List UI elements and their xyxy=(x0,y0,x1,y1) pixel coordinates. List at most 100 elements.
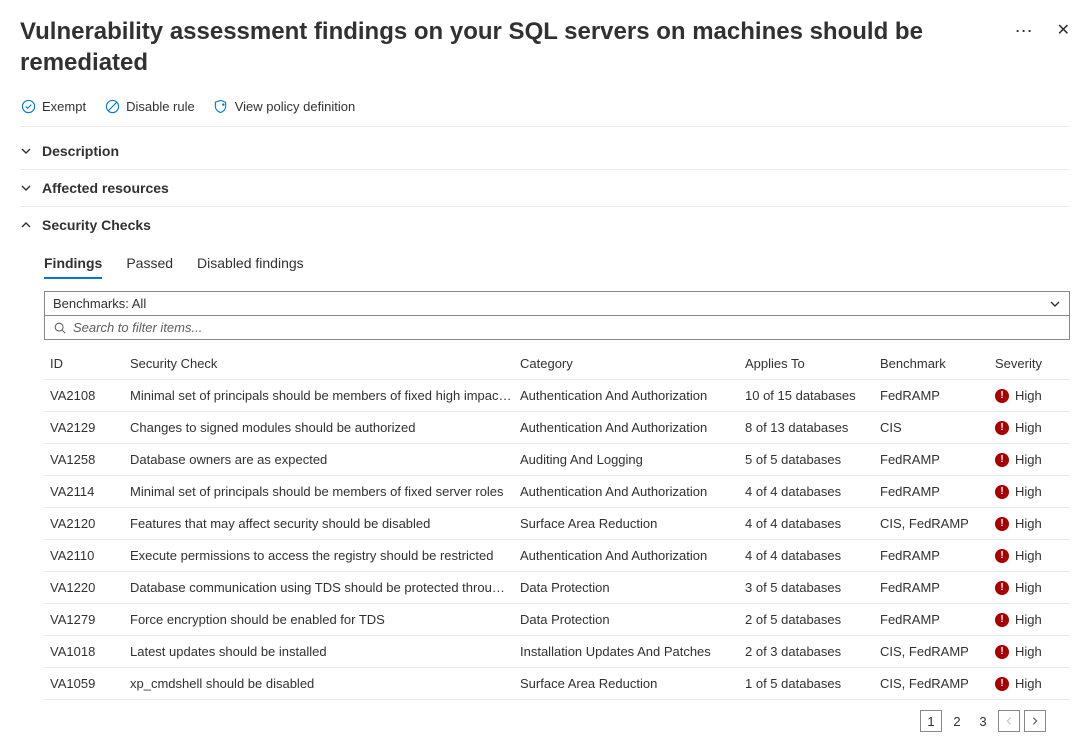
chevron-left-icon xyxy=(1004,716,1014,726)
tab-passed[interactable]: Passed xyxy=(126,251,173,279)
cell-applies-to: 4 of 4 databases xyxy=(745,484,880,499)
cell-id: VA2110 xyxy=(50,548,130,563)
severity-high-icon: ! xyxy=(995,677,1009,691)
table-row[interactable]: VA2129Changes to signed modules should b… xyxy=(44,412,1070,444)
cell-severity: !High xyxy=(995,388,1075,403)
page-2-button[interactable]: 2 xyxy=(946,710,968,732)
security-checks-accordion[interactable]: Security Checks xyxy=(20,207,1070,243)
cell-severity: ! High xyxy=(995,548,1075,563)
chevron-up-icon xyxy=(20,219,32,231)
exempt-label: Exempt xyxy=(42,99,86,114)
cell-applies-to: 3 of 5 databases xyxy=(745,580,880,595)
benchmark-dropdown[interactable]: Benchmarks: All xyxy=(44,291,1070,316)
page-1-button[interactable]: 1 xyxy=(920,710,942,732)
cell-severity: !High xyxy=(995,420,1075,435)
cell-benchmark: FedRAMP xyxy=(880,388,995,403)
tab-disabled-findings[interactable]: Disabled findings xyxy=(197,251,304,279)
cell-security-check: Changes to signed modules should be auth… xyxy=(130,420,520,435)
cell-category: Authentication And Authorization xyxy=(520,388,745,403)
disable-rule-button[interactable]: Disable rule xyxy=(104,98,195,114)
cell-id: VA2114 xyxy=(50,484,130,499)
col-category[interactable]: Category xyxy=(520,356,745,371)
col-severity[interactable]: Severity xyxy=(995,356,1075,371)
col-applies-to[interactable]: Applies To xyxy=(745,356,880,371)
disable-icon xyxy=(104,98,120,114)
severity-label: High xyxy=(1015,484,1042,499)
next-page-button[interactable] xyxy=(1024,710,1046,732)
col-benchmark[interactable]: Benchmark xyxy=(880,356,995,371)
benchmark-label: Benchmarks: All xyxy=(53,296,146,311)
cell-benchmark: FedRAMP xyxy=(880,580,995,595)
cell-security-check: Latest updates should be installed xyxy=(130,644,520,659)
table-row[interactable]: VA2108Minimal set of principals should b… xyxy=(44,380,1070,412)
page-title: Vulnerability assessment findings on you… xyxy=(20,16,1015,78)
cell-id: VA1220 xyxy=(50,580,130,595)
exempt-button[interactable]: Exempt xyxy=(20,98,86,114)
table-row[interactable]: VA1279Force encryption should be enabled… xyxy=(44,604,1070,636)
cell-benchmark: FedRAMP xyxy=(880,452,995,467)
cell-id: VA1018 xyxy=(50,644,130,659)
severity-high-icon: ! xyxy=(995,453,1009,467)
cell-benchmark: CIS, FedRAMP xyxy=(880,676,995,691)
cell-category: Surface Area Reduction xyxy=(520,516,745,531)
table-row[interactable]: VA2114Minimal set of principals should b… xyxy=(44,476,1070,508)
page-3-button[interactable]: 3 xyxy=(972,710,994,732)
search-input[interactable] xyxy=(73,320,1061,335)
description-label: Description xyxy=(42,143,119,159)
chevron-down-icon xyxy=(1049,298,1061,310)
table-row[interactable]: VA2120Features that may affect security … xyxy=(44,508,1070,540)
severity-high-icon: ! xyxy=(995,485,1009,499)
affected-resources-label: Affected resources xyxy=(42,180,169,196)
cell-applies-to: 4 of 4 databases xyxy=(745,516,880,531)
search-icon xyxy=(53,321,67,335)
cell-category: Installation Updates And Patches xyxy=(520,644,745,659)
cell-id: VA2108 xyxy=(50,388,130,403)
table-row[interactable]: VA1059xp_cmdshell should be disabledSurf… xyxy=(44,668,1070,700)
cell-id: VA1258 xyxy=(50,452,130,467)
search-box[interactable] xyxy=(44,315,1070,340)
cell-category: Surface Area Reduction xyxy=(520,676,745,691)
cell-benchmark: CIS, FedRAMP xyxy=(880,516,995,531)
severity-label: High xyxy=(1015,548,1042,563)
affected-resources-accordion[interactable]: Affected resources xyxy=(20,170,1070,206)
severity-label: High xyxy=(1015,580,1042,595)
cell-severity: ! High xyxy=(995,484,1075,499)
cell-applies-to: 5 of 5 databases xyxy=(745,452,880,467)
cell-security-check: Force encryption should be enabled for T… xyxy=(130,612,520,627)
cell-applies-to: 1 of 5 databases xyxy=(745,676,880,691)
table-row[interactable]: VA2110Execute permissions to access the … xyxy=(44,540,1070,572)
severity-high-icon: ! xyxy=(995,549,1009,563)
cell-benchmark: CIS, FedRAMP xyxy=(880,644,995,659)
col-id[interactable]: ID xyxy=(50,356,130,371)
security-checks-label: Security Checks xyxy=(42,217,151,233)
table-row[interactable]: VA1018Latest updates should be installed… xyxy=(44,636,1070,668)
severity-label: High xyxy=(1015,388,1042,403)
cell-category: Data Protection xyxy=(520,580,745,595)
cell-id: VA1279 xyxy=(50,612,130,627)
view-policy-button[interactable]: View policy definition xyxy=(213,98,355,114)
more-actions-icon[interactable]: ⋯ xyxy=(1015,22,1033,40)
cell-severity: !High xyxy=(995,516,1075,531)
cell-applies-to: 2 of 3 databases xyxy=(745,644,880,659)
close-icon[interactable]: ✕ xyxy=(1057,23,1070,39)
tab-findings[interactable]: Findings xyxy=(44,251,102,279)
col-security-check[interactable]: Security Check xyxy=(130,356,520,371)
cell-benchmark: FedRAMP xyxy=(880,612,995,627)
view-policy-label: View policy definition xyxy=(235,99,355,114)
description-accordion[interactable]: Description xyxy=(20,133,1070,169)
table-row[interactable]: VA1258Database owners are as expectedAud… xyxy=(44,444,1070,476)
cell-category: Auditing And Logging xyxy=(520,452,745,467)
severity-label: High xyxy=(1015,644,1042,659)
cell-severity: !High xyxy=(995,580,1075,595)
prev-page-button[interactable] xyxy=(998,710,1020,732)
cell-benchmark: FedRAMP xyxy=(880,484,995,499)
cell-id: VA2120 xyxy=(50,516,130,531)
severity-label: High xyxy=(1015,452,1042,467)
severity-high-icon: ! xyxy=(995,421,1009,435)
severity-label: High xyxy=(1015,612,1042,627)
cell-security-check: Database communication using TDS should … xyxy=(130,580,520,595)
table-row[interactable]: VA1220Database communication using TDS s… xyxy=(44,572,1070,604)
cell-applies-to: 4 of 4 databases xyxy=(745,548,880,563)
cell-security-check: xp_cmdshell should be disabled xyxy=(130,676,520,691)
cell-security-check: Features that may affect security should… xyxy=(130,516,520,531)
